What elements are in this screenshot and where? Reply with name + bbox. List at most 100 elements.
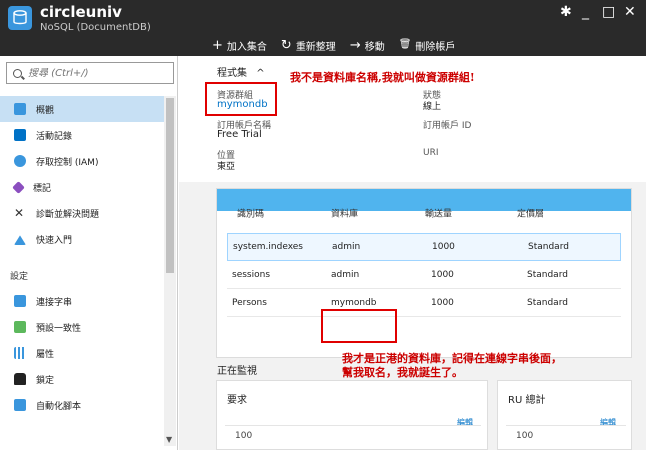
chart-gridline: [225, 425, 481, 426]
table-row[interactable]: Persons mymondb 1000 Standard: [227, 289, 621, 317]
cell-throughput: 1000: [432, 242, 455, 252]
sidebar-item-iam[interactable]: 存取控制 (IAM): [0, 148, 164, 174]
column-header-id: 識別碼: [237, 209, 265, 220]
quickstart-icon: [14, 235, 26, 245]
sidebar-item-lock[interactable]: 鎖定: [0, 366, 164, 392]
move-button[interactable]: → 移動: [350, 36, 385, 54]
maximize-button[interactable]: □: [602, 4, 615, 20]
delete-account-button[interactable]: 🗑 刪除帳戶: [399, 36, 456, 54]
overview-icon: [14, 103, 26, 115]
app-subtitle: NoSQL (DocumentDB): [40, 22, 151, 33]
sidebar-item-automation[interactable]: 自動化腳本: [0, 392, 164, 418]
search-icon: [13, 68, 22, 78]
sidebar-item-connection-string[interactable]: 連接字串: [0, 288, 164, 314]
refresh-button[interactable]: ↻ 重新整理: [281, 36, 336, 54]
table-row[interactable]: system.indexes admin 1000 Standard: [227, 233, 621, 261]
automation-icon: [14, 399, 26, 411]
refresh-icon: ↻: [280, 37, 292, 53]
title-bar: circleuniv NoSQL (DocumentDB) ✱ _ □ ✕ + …: [0, 0, 646, 56]
cell-throughput: 1000: [431, 297, 454, 308]
sidebar: 概觀 活動記錄 存取控制 (IAM) 標記 ✕ 診斷並解決問題 快速入門 設定 …: [0, 56, 178, 450]
subscription-id-label: 訂用帳戶 ID: [423, 121, 472, 131]
plus-icon: +: [212, 37, 223, 53]
main-panel: 程式集 ^ 資源群組 mymondb 狀態 線上 訂用帳戶名稱 Free Tri…: [179, 56, 646, 450]
edit-link[interactable]: 編輯: [457, 417, 473, 428]
iam-icon: [14, 155, 26, 167]
search-box[interactable]: [6, 62, 174, 84]
card-title: RU 總計: [508, 395, 546, 406]
arrow-right-icon: →: [349, 37, 361, 53]
sidebar-item-overview[interactable]: 概觀: [0, 96, 164, 122]
tag-icon: [12, 180, 25, 194]
card-title: 要求: [227, 395, 247, 406]
table-header-row: 識別碼 資料庫 輸送量 定價層: [227, 199, 621, 227]
cell-pricing-tier: Standard: [527, 269, 568, 280]
sidebar-item-label: 連接字串: [36, 297, 73, 308]
sidebar-item-consistency[interactable]: 預設一致性: [0, 314, 164, 340]
axis-value: 100: [516, 431, 534, 441]
collections-table: 識別碼 資料庫 輸送量 定價層 system.indexes admin 100…: [227, 210, 621, 317]
annotation-database: 我才是正港的資料庫，記得在連線字串後面， 幫我取名，我就誕生了。: [342, 352, 562, 380]
highlight-box-resource-group: [205, 82, 277, 116]
delete-account-label: 刪除帳戶: [415, 41, 456, 53]
chart-gridline: [506, 425, 626, 426]
location-value: 東亞: [217, 162, 236, 172]
add-collection-button[interactable]: + 加入集合: [212, 36, 267, 54]
axis-value: 100: [235, 431, 253, 441]
cell-id: system.indexes: [233, 242, 303, 252]
tools-icon: ✕: [14, 206, 25, 220]
table-row[interactable]: sessions admin 1000 Standard: [227, 261, 621, 289]
refresh-label: 重新整理: [295, 41, 336, 53]
scroll-down-icon[interactable]: ▼: [166, 435, 172, 444]
settings-section-label: 設定: [10, 271, 29, 282]
sidebar-item-label: 預設一致性: [36, 323, 82, 334]
cell-pricing-tier: Standard: [528, 242, 569, 252]
collections-panel: 識別碼 資料庫 輸送量 定價層 system.indexes admin 100…: [216, 188, 632, 358]
sidebar-item-label: 活動記錄: [36, 131, 73, 142]
scrollbar-thumb[interactable]: [166, 98, 174, 273]
highlight-box-database: [321, 309, 397, 343]
search-input[interactable]: [28, 67, 158, 79]
command-bar: + 加入集合 ↻ 重新整理 → 移動 🗑 刪除帳戶: [212, 36, 455, 54]
cell-database: mymondb: [331, 297, 377, 308]
cell-id: Persons: [232, 297, 267, 308]
cell-database: admin: [332, 242, 361, 252]
uri-label: URI: [423, 148, 439, 158]
sidebar-item-properties[interactable]: 屬性: [0, 340, 164, 366]
sidebar-item-label: 概觀: [36, 105, 55, 116]
status-value: 線上: [423, 102, 442, 112]
ru-total-card[interactable]: RU 總計 編輯 100: [497, 380, 632, 450]
column-header-pricing-tier: 定價層: [517, 209, 545, 220]
cell-id: sessions: [232, 269, 271, 280]
close-button[interactable]: ✕: [624, 4, 636, 20]
sidebar-item-tags[interactable]: 標記: [0, 174, 164, 200]
add-collection-label: 加入集合: [226, 41, 267, 53]
subscription-name-value: Free Trial: [217, 129, 262, 140]
sidebar-item-activity-log[interactable]: 活動記錄: [0, 122, 164, 148]
lock-icon: [14, 373, 26, 385]
essentials-toggle[interactable]: 程式集 ^: [217, 64, 265, 79]
consistency-icon: [14, 321, 26, 333]
monitoring-title: 正在監視: [217, 366, 257, 377]
sidebar-nav: 概觀 活動記錄 存取控制 (IAM) 標記 ✕ 診斷並解決問題 快速入門 設定 …: [0, 96, 164, 418]
sidebar-item-diagnose[interactable]: ✕ 診斷並解決問題: [0, 200, 164, 226]
sidebar-item-label: 存取控制 (IAM): [36, 157, 99, 168]
edit-link[interactable]: 編輯: [600, 417, 616, 428]
sidebar-item-label: 標記: [33, 183, 52, 194]
move-label: 移動: [364, 41, 385, 53]
pin-icon[interactable]: ✱: [560, 4, 572, 20]
sidebar-item-label: 鎖定: [36, 375, 55, 386]
cell-database: admin: [331, 269, 360, 280]
sidebar-scrollbar[interactable]: ▼: [164, 96, 176, 446]
sidebar-item-label: 快速入門: [36, 235, 73, 246]
requests-card[interactable]: 要求 編輯 100: [216, 380, 488, 450]
sidebar-item-quickstart[interactable]: 快速入門: [0, 226, 164, 252]
column-header-database: 資料庫: [331, 209, 359, 220]
properties-icon: [14, 347, 26, 359]
annotation-resource-group: 我不是資料庫名稱,我就叫做資源群組!: [290, 71, 475, 84]
cosmosdb-icon: [8, 6, 32, 30]
essentials-header: 程式集: [217, 68, 247, 79]
minimize-button[interactable]: _: [582, 4, 589, 20]
cell-throughput: 1000: [431, 269, 454, 280]
column-header-throughput: 輸送量: [425, 209, 453, 220]
